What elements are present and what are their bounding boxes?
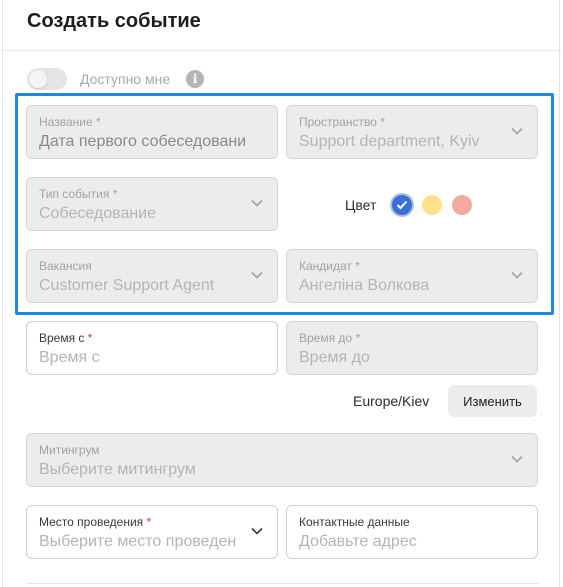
- space-value: Support department, Kyiv: [299, 133, 480, 150]
- dialog-header: Создать событие: [3, 0, 561, 51]
- create-event-panel: Создать событие Доступно мне i Название …: [2, 0, 561, 587]
- contact-label: Контактные данные: [299, 515, 410, 529]
- color-swatch-salmon[interactable]: [452, 195, 473, 215]
- time-from-placeholder: Время с: [39, 349, 100, 366]
- meeting-room-select[interactable]: Митингрум Выберите митингрум: [26, 433, 538, 487]
- time-from-label: Время с *: [39, 331, 93, 345]
- chevron-down-icon: [511, 127, 523, 137]
- color-label: Цвет: [345, 197, 377, 213]
- check-icon: [397, 200, 408, 210]
- candidate-value: Ангеліна Волкова: [299, 277, 430, 294]
- venue-placeholder: Выберите место проведен: [39, 533, 237, 550]
- color-picker: Цвет: [345, 192, 482, 218]
- vacancy-select[interactable]: Вакансия Customer Support Agent: [26, 249, 278, 303]
- vacancy-label: Вакансия: [39, 259, 92, 273]
- meeting-room-placeholder: Выберите митингрум: [39, 461, 196, 478]
- event-type-label: Тип события *: [39, 187, 118, 201]
- availability-toggle[interactable]: [27, 68, 67, 90]
- candidate-label: Кандидат *: [299, 259, 360, 273]
- chevron-down-icon: [511, 271, 523, 281]
- timezone-row: Europe/Kiev Изменить: [3, 385, 561, 417]
- candidate-select[interactable]: Кандидат * Ангеліна Волкова: [286, 249, 538, 303]
- name-label: Название *: [39, 115, 101, 129]
- event-type-value: Собеседование: [39, 205, 157, 222]
- time-to-field[interactable]: Время до * Время до: [286, 321, 538, 375]
- color-swatch-yellow[interactable]: [422, 195, 443, 215]
- dialog-title: Создать событие: [27, 10, 201, 32]
- venue-label: Место проведения *: [39, 515, 152, 529]
- color-swatch-blue[interactable]: [390, 193, 415, 217]
- timezone-value: Europe/Kiev: [353, 393, 430, 409]
- contact-placeholder: Добавьте адрес: [299, 533, 417, 550]
- divider: [27, 583, 539, 584]
- chevron-down-icon: [251, 527, 263, 537]
- event-type-select[interactable]: Тип события * Собеседование: [26, 177, 278, 231]
- contact-field[interactable]: Контактные данные Добавьте адрес: [286, 505, 538, 559]
- availability-row: Доступно мне i: [27, 67, 205, 91]
- name-field[interactable]: Название * Дата первого собеседовани: [26, 105, 278, 159]
- time-to-label: Время до *: [299, 331, 361, 345]
- vacancy-value: Customer Support Agent: [39, 277, 215, 294]
- change-timezone-button[interactable]: Изменить: [448, 385, 537, 417]
- space-select[interactable]: Пространство * Support department, Kyiv: [286, 105, 538, 159]
- chevron-down-icon: [251, 271, 263, 281]
- toggle-knob: [29, 70, 47, 88]
- meeting-room-label: Митингрум: [39, 443, 100, 457]
- availability-label: Доступно мне: [80, 71, 171, 87]
- name-value: Дата первого собеседовани: [39, 133, 247, 150]
- info-icon[interactable]: i: [186, 70, 205, 88]
- chevron-down-icon: [511, 455, 523, 465]
- venue-select[interactable]: Место проведения * Выберите место провед…: [26, 505, 278, 559]
- time-from-field[interactable]: Время с * Время с: [26, 321, 278, 375]
- time-to-placeholder: Время до: [299, 349, 370, 366]
- chevron-down-icon: [251, 199, 263, 209]
- space-label: Пространство *: [299, 115, 385, 129]
